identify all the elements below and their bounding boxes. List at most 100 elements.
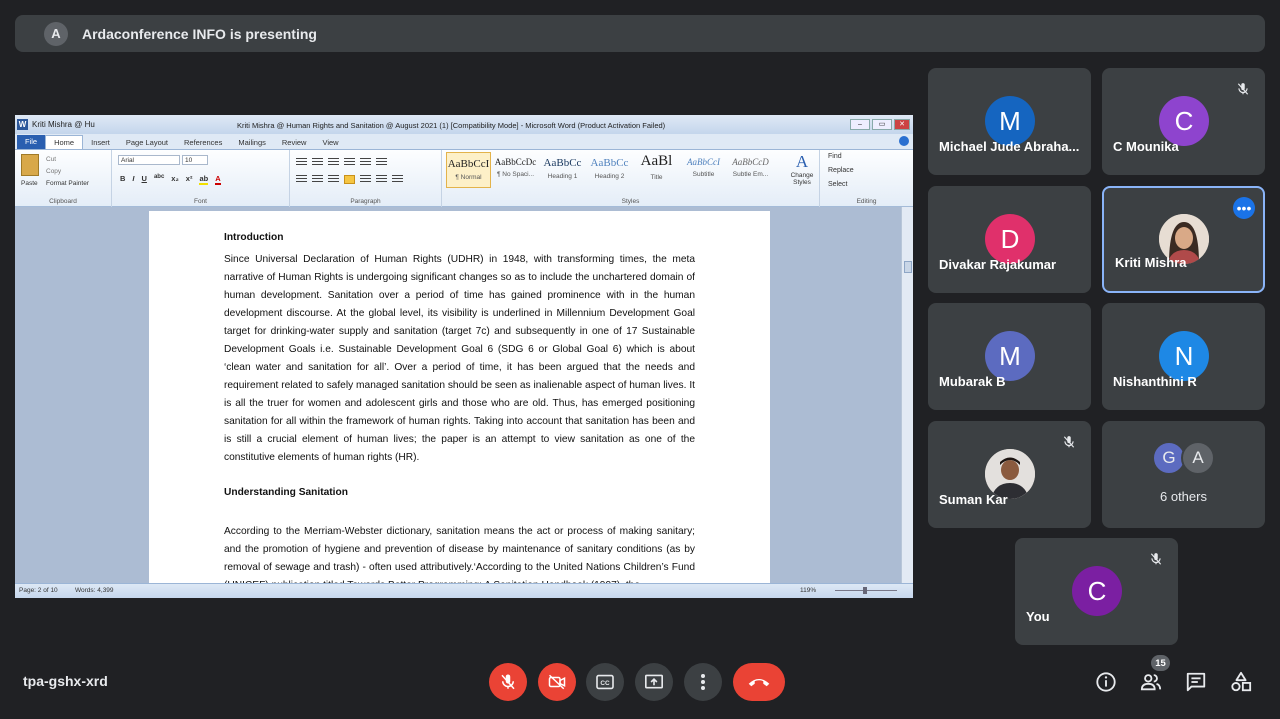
others-tile[interactable]: G A 6 others xyxy=(1102,421,1265,528)
mic-off-icon xyxy=(1232,78,1254,100)
styles-group-label: Styles xyxy=(621,198,640,205)
list-icons xyxy=(296,158,387,167)
more-options-icon[interactable]: ••• xyxy=(1233,197,1255,219)
editing-group-label: Editing xyxy=(856,198,877,205)
mic-off-icon xyxy=(1058,431,1080,453)
participant-name: Michael Jude Abraha... xyxy=(939,139,1080,154)
activities-icon xyxy=(1231,671,1252,692)
camera-toggle-button[interactable] xyxy=(538,663,576,701)
font-size-box: 10 xyxy=(182,155,208,165)
underline-icon: U xyxy=(141,174,147,183)
change-styles-button: A Change Styles xyxy=(790,152,814,186)
tab-references: References xyxy=(184,138,223,147)
info-icon xyxy=(1096,672,1116,692)
close-icon: ✕ xyxy=(894,119,910,130)
strikethrough-icon: abc xyxy=(153,174,165,180)
activities-button[interactable] xyxy=(1229,670,1253,694)
presenter-avatar: A xyxy=(44,21,68,46)
participant-tile[interactable]: M Michael Jude Abraha... xyxy=(928,68,1091,175)
paragraph-group: Paragraph xyxy=(290,150,442,207)
present-now-button[interactable] xyxy=(635,663,673,701)
copy-label: Copy xyxy=(46,168,62,175)
style-subtle-emphasis: AaBbCcD Subtle Em... xyxy=(732,157,769,178)
avatar: C xyxy=(1072,566,1122,616)
format-painter-label: Format Painter xyxy=(46,180,89,187)
self-tile[interactable]: C You xyxy=(1015,538,1178,645)
participant-name: Mubarak B xyxy=(939,374,1006,389)
captions-button[interactable]: CC xyxy=(586,663,624,701)
paragraph-group-label: Paragraph xyxy=(350,198,381,205)
heading-understanding-sanitation: Understanding Sanitation xyxy=(224,487,348,498)
paste-icon xyxy=(21,154,39,176)
participant-tile[interactable]: M Mubarak B xyxy=(928,303,1091,410)
styles-group: AaBbCcI ¶ Normal AaBbCcDc ¶ No Spaci... Aa… xyxy=(442,150,820,207)
find-label: Find xyxy=(828,153,842,160)
chat-button[interactable] xyxy=(1184,670,1208,694)
window-title: Kriti Mishra @ Human Rights and Sanitati… xyxy=(237,121,666,130)
font-color-icon: A xyxy=(215,174,221,185)
people-icon xyxy=(1140,674,1162,691)
mic-toggle-button[interactable] xyxy=(489,663,527,701)
participant-tile[interactable]: Suman Kar xyxy=(928,421,1091,528)
replace-label: Replace xyxy=(828,167,854,174)
presenting-text: Ardaconference INFO is presenting xyxy=(82,25,317,42)
style-heading-2: AaBbCc Heading 2 xyxy=(590,157,629,180)
closed-captions-icon: CC xyxy=(596,674,614,690)
align-icons xyxy=(296,175,403,184)
people-count-badge: 15 xyxy=(1151,655,1170,671)
participant-name: Nishanthini R xyxy=(1113,374,1197,389)
paragraph-introduction: Since Universal Declaration of Human Rig… xyxy=(224,254,695,463)
leave-call-button[interactable] xyxy=(733,663,785,701)
word-count: Words: 4,399 xyxy=(75,587,114,594)
italic-icon: I xyxy=(132,174,135,183)
meeting-details-button[interactable] xyxy=(1094,670,1118,694)
mic-off-icon xyxy=(501,674,515,690)
word-titlebar: W Kriti Mishra @ Hu Kriti Mishra @ Human… xyxy=(15,115,913,134)
shared-screen: W Kriti Mishra @ Hu Kriti Mishra @ Human… xyxy=(15,115,913,598)
heading-introduction: Introduction xyxy=(224,232,284,243)
participant-name: Divakar Rajakumar xyxy=(939,257,1057,272)
clipboard-group-label: Clipboard xyxy=(49,198,77,205)
document-area: Introduction Since Universal Declaration… xyxy=(15,207,913,591)
participant-name: You xyxy=(1026,609,1050,624)
document-scrollbar xyxy=(901,207,913,583)
help-icon xyxy=(899,136,909,146)
participant-tile-active[interactable]: ••• Kriti Mishra xyxy=(1102,186,1265,293)
editing-group: Find Replace Select Editing xyxy=(820,150,913,207)
avatar: A xyxy=(1181,441,1215,475)
font-group: Arial 10 B I U abc x₂ x² ab A Font xyxy=(112,150,290,207)
word-statusbar: Page: 2 of 10 Words: 4,399 119% xyxy=(15,583,913,598)
subscript-icon: x₂ xyxy=(171,174,179,183)
tab-page-layout: Page Layout xyxy=(125,138,168,147)
style-heading-1: AaBbCc Heading 1 xyxy=(543,157,582,180)
zoom-slider xyxy=(835,587,897,594)
highlight-icon: ab xyxy=(199,174,209,185)
tab-insert: Insert xyxy=(91,138,110,147)
participant-name: C Mounika xyxy=(1113,139,1179,154)
window-title-left: Kriti Mishra @ Hu xyxy=(32,120,95,129)
present-screen-icon xyxy=(645,674,663,689)
cut-label: Cut xyxy=(46,156,57,163)
document-page: Introduction Since Universal Declaration… xyxy=(149,211,770,591)
participant-tile[interactable]: D Divakar Rajakumar xyxy=(928,186,1091,293)
font-group-label: Font xyxy=(193,198,207,205)
word-icon: W xyxy=(17,119,28,130)
presenting-banner: A Ardaconference INFO is presenting xyxy=(15,15,1265,52)
superscript-icon: x² xyxy=(185,174,193,183)
tab-mailings: Mailings xyxy=(238,138,266,147)
more-options-button[interactable] xyxy=(684,663,722,701)
participant-tile[interactable]: C C Mounika xyxy=(1102,68,1265,175)
camera-off-icon xyxy=(548,674,566,690)
participant-tile[interactable]: N Nishanthini R xyxy=(1102,303,1265,410)
select-label: Select xyxy=(828,181,848,188)
style-no-spacing: AaBbCcDc ¶ No Spaci... xyxy=(494,157,537,178)
participant-name: Suman Kar xyxy=(939,492,1008,507)
paragraph-understanding-sanitation: According to the Merriam-Webster diction… xyxy=(224,526,695,591)
people-button[interactable] xyxy=(1139,670,1163,694)
style-title: AaBl Title xyxy=(640,153,673,181)
font-name-box: Arial xyxy=(118,155,180,165)
restore-icon: ▭ xyxy=(872,119,892,130)
tab-home: Home xyxy=(45,135,84,149)
page-count: Page: 2 of 10 xyxy=(19,587,58,594)
minimize-icon: – xyxy=(850,119,870,130)
